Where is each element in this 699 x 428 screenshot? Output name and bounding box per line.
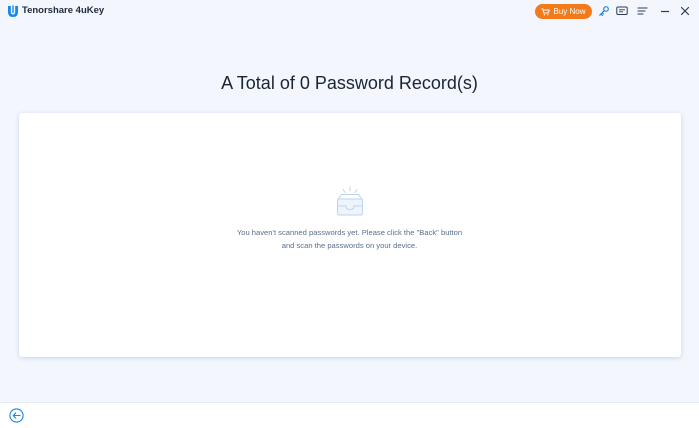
- feedback-icon[interactable]: [615, 4, 629, 18]
- empty-state-line-1: You haven't scanned passwords yet. Pleas…: [236, 228, 463, 237]
- page-title: A Total of 0 Password Record(s): [221, 73, 478, 93]
- app-logo-icon: [8, 5, 18, 17]
- app-title: Tenorshare 4uKey: [22, 5, 105, 16]
- back-arrow-icon[interactable]: [9, 408, 24, 423]
- empty-state-line-2: and scan the passwords on your device.: [281, 240, 418, 250]
- empty-state-message: You haven't scanned passwords yet. Pleas…: [0, 227, 699, 252]
- buy-now-label: Buy Now: [553, 7, 586, 16]
- title-bar: Tenorshare 4uKey Buy Now: [0, 0, 699, 24]
- key-icon[interactable]: [597, 4, 611, 18]
- minimize-icon[interactable]: [658, 4, 672, 18]
- close-icon[interactable]: [678, 4, 692, 18]
- empty-box-icon: [337, 186, 363, 216]
- buy-now-button[interactable]: Buy Now: [535, 4, 592, 19]
- footer-bar: [0, 402, 699, 428]
- cart-icon: [541, 7, 551, 15]
- menu-icon[interactable]: [635, 4, 649, 18]
